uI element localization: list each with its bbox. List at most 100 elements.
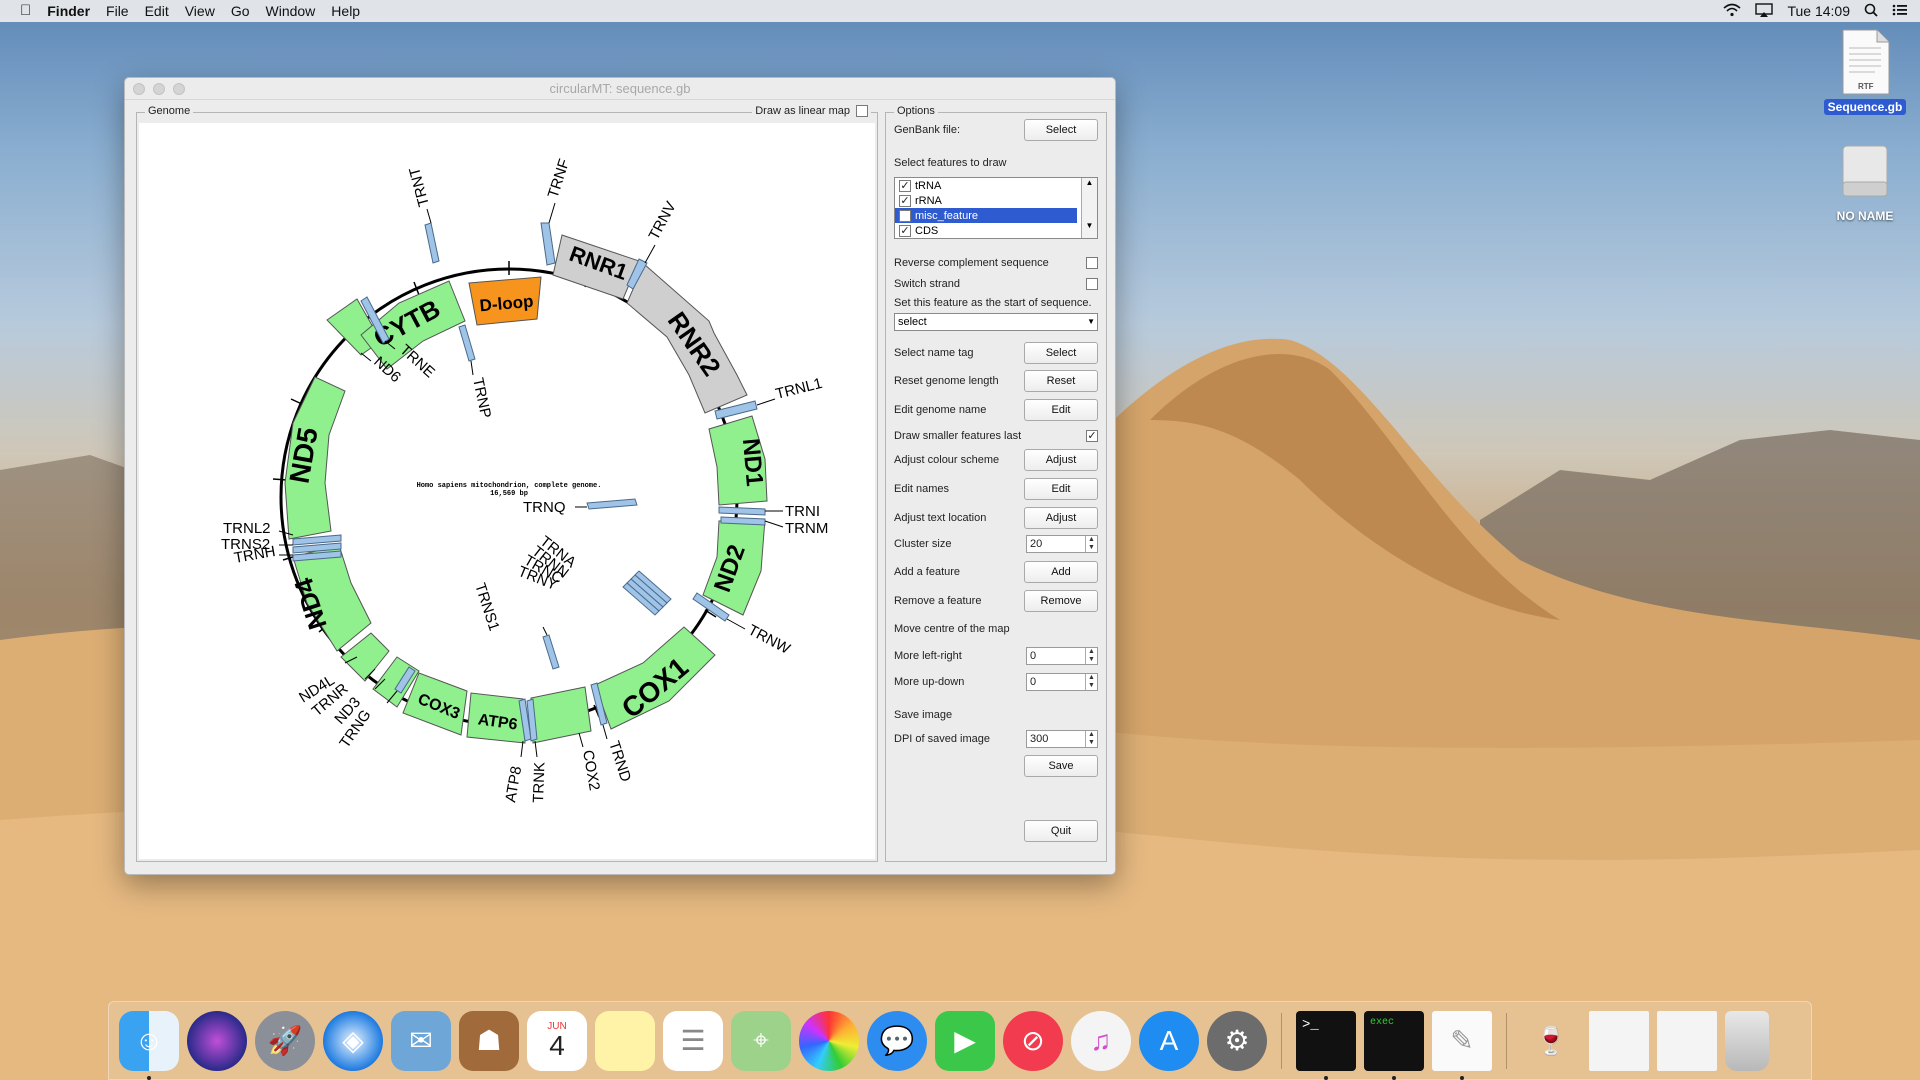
dock-wine-icon[interactable]: 🍷 bbox=[1521, 1011, 1581, 1071]
checkbox-misc-feature[interactable] bbox=[899, 209, 911, 222]
genome-panel-label: Genome bbox=[145, 105, 194, 117]
dock-document-1-icon[interactable] bbox=[1589, 1010, 1649, 1071]
checkbox-trna[interactable]: ✓ bbox=[899, 179, 911, 192]
menu-go[interactable]: Go bbox=[223, 0, 258, 22]
cluster-size-value: 20 bbox=[1030, 538, 1043, 550]
scroll-down-icon[interactable]: ▼ bbox=[1082, 221, 1097, 230]
window-titlebar[interactable]: circularMT: sequence.gb bbox=[125, 78, 1115, 100]
dock-photos-icon[interactable] bbox=[799, 1010, 859, 1071]
genome-map-canvas: D-loop RNR1 RNR2 ND1 ND2 COX1 ATP6 COX3 … bbox=[139, 123, 875, 859]
colour-label: Adjust colour scheme bbox=[894, 454, 1000, 466]
menu-window[interactable]: Window bbox=[258, 0, 324, 22]
dpi-stepper[interactable]: 300 ▲ ▼ bbox=[1026, 730, 1098, 748]
add-feature-button[interactable]: Add bbox=[1024, 561, 1098, 583]
minimize-button[interactable] bbox=[153, 83, 165, 95]
stepper-arrows-icon[interactable]: ▲ ▼ bbox=[1085, 536, 1097, 552]
dock-trash-icon[interactable] bbox=[1725, 1010, 1769, 1071]
adjust-text-location-button[interactable]: Adjust bbox=[1024, 507, 1098, 529]
up-down-stepper[interactable]: 0 ▲ ▼ bbox=[1026, 673, 1098, 691]
dock-news-icon[interactable]: ⊘ bbox=[1003, 1010, 1063, 1071]
select-genbank-button[interactable]: Select bbox=[1024, 119, 1098, 141]
feature-listbox[interactable]: ✓ tRNA ✓ rRNA misc_feature ✓ CDS ▲ ▼ bbox=[894, 177, 1098, 239]
dock-notes-icon[interactable] bbox=[595, 1010, 655, 1071]
quit-button[interactable]: Quit bbox=[1024, 820, 1098, 842]
window-title: circularMT: sequence.gb bbox=[549, 81, 691, 96]
up-down-value: 0 bbox=[1030, 676, 1037, 688]
remove-feature-button[interactable]: Remove bbox=[1024, 590, 1098, 612]
scroll-up-icon[interactable]: ▲ bbox=[1082, 178, 1097, 187]
genbank-label: GenBank file: bbox=[894, 124, 961, 136]
save-button[interactable]: Save bbox=[1024, 755, 1098, 777]
dock-mail-icon[interactable]: ✉ bbox=[391, 1010, 451, 1071]
select-name-tag-button[interactable]: Select bbox=[1024, 342, 1098, 364]
dock-messages-icon[interactable]: 💬 bbox=[867, 1010, 927, 1071]
list-item[interactable]: ✓ tRNA bbox=[895, 178, 1077, 193]
label-trnk: TRNK bbox=[530, 762, 548, 803]
cluster-size-stepper[interactable]: 20 ▲ ▼ bbox=[1026, 535, 1098, 553]
save-image-row: Save image bbox=[894, 709, 1098, 721]
start-feature-select[interactable]: select ▼ bbox=[894, 313, 1098, 331]
stepper-arrows-icon[interactable]: ▲ ▼ bbox=[1085, 674, 1097, 690]
add-feature-row: Add a feature Add bbox=[894, 561, 1098, 583]
stepper-arrows-icon[interactable]: ▲ ▼ bbox=[1085, 731, 1097, 747]
move-centre-label: Move centre of the map bbox=[894, 623, 1010, 635]
dock-exec-icon[interactable]: exec bbox=[1364, 1010, 1424, 1080]
desktop-file-sequence[interactable]: RTF Sequence.gb bbox=[1812, 28, 1918, 115]
reverse-checkbox[interactable] bbox=[1086, 257, 1098, 269]
checkbox-cds[interactable]: ✓ bbox=[899, 224, 911, 237]
menu-view[interactable]: View bbox=[177, 0, 223, 22]
calendar-day: 4 bbox=[549, 1030, 565, 1061]
dock-terminal-icon[interactable]: >_ bbox=[1296, 1010, 1356, 1080]
dock-calendar-icon[interactable]: JUN 4 bbox=[527, 1010, 587, 1071]
dock-textedit-icon[interactable]: ✎ bbox=[1432, 1010, 1492, 1080]
menu-help[interactable]: Help bbox=[323, 0, 368, 22]
edit-names-button[interactable]: Edit bbox=[1024, 478, 1098, 500]
dock-facetime-icon[interactable]: ▶ bbox=[935, 1010, 995, 1071]
dock-launchpad-icon[interactable]: 🚀 bbox=[255, 1010, 315, 1071]
dock-maps-icon[interactable]: ⌖ bbox=[731, 1010, 791, 1071]
reset-length-button[interactable]: Reset bbox=[1024, 370, 1098, 392]
dock-reminders-icon[interactable]: ☰ bbox=[663, 1010, 723, 1071]
linear-map-checkbox[interactable] bbox=[856, 105, 868, 117]
clock[interactable]: Tue 14:09 bbox=[1787, 3, 1850, 19]
smaller-last-row: Draw smaller features last ✓ bbox=[894, 430, 1098, 442]
listbox-scrollbar[interactable]: ▲ ▼ bbox=[1081, 178, 1097, 238]
switch-checkbox[interactable] bbox=[1086, 278, 1098, 290]
adjust-colour-button[interactable]: Adjust bbox=[1024, 449, 1098, 471]
dock-finder-icon[interactable]: ☺ bbox=[119, 1010, 179, 1080]
dpi-value: 300 bbox=[1030, 733, 1049, 745]
drive-icon bbox=[1842, 145, 1888, 197]
dock-contacts-icon[interactable]: ☗ bbox=[459, 1010, 519, 1071]
notification-center-icon[interactable] bbox=[1892, 3, 1908, 20]
stepper-arrows-icon[interactable]: ▲ ▼ bbox=[1085, 648, 1097, 664]
dock-app-store-icon[interactable]: A bbox=[1139, 1010, 1199, 1071]
zoom-button[interactable] bbox=[173, 83, 185, 95]
edit-genome-name-button[interactable]: Edit bbox=[1024, 399, 1098, 421]
spotlight-icon[interactable] bbox=[1864, 3, 1878, 20]
list-item[interactable]: misc_feature bbox=[895, 208, 1077, 223]
menu-edit[interactable]: Edit bbox=[137, 0, 177, 22]
genome-length-text: 16,569 bp bbox=[490, 490, 528, 498]
dock-itunes-icon[interactable]: ♫ bbox=[1071, 1010, 1131, 1071]
checkbox-rrna[interactable]: ✓ bbox=[899, 194, 911, 207]
close-button[interactable] bbox=[133, 83, 145, 95]
menu-file[interactable]: File bbox=[98, 0, 137, 22]
smaller-last-checkbox[interactable]: ✓ bbox=[1086, 430, 1098, 442]
list-item[interactable]: ✓ CDS bbox=[895, 223, 1077, 238]
dock-safari-icon[interactable]: ◈ bbox=[323, 1010, 383, 1071]
menu-app-name[interactable]: Finder bbox=[39, 0, 98, 22]
left-right-label: More left-right bbox=[894, 650, 962, 662]
dock-document-2-icon[interactable] bbox=[1657, 1010, 1717, 1071]
left-right-row: More left-right 0 ▲ ▼ bbox=[894, 647, 1098, 665]
label-atp8: ATP8 bbox=[502, 765, 525, 804]
genome-panel: Genome Draw as linear map D-loop RNR1 RN… bbox=[136, 105, 878, 862]
list-item[interactable]: ✓ rRNA bbox=[895, 193, 1077, 208]
dock-siri-icon[interactable] bbox=[187, 1010, 247, 1071]
apple-menu-icon[interactable]:  bbox=[0, 0, 39, 22]
desktop-drive-no-name[interactable]: NO NAME bbox=[1812, 142, 1918, 223]
wifi-icon[interactable] bbox=[1723, 3, 1741, 20]
menu-bar:  Finder File Edit View Go Window Help T… bbox=[0, 0, 1920, 22]
left-right-stepper[interactable]: 0 ▲ ▼ bbox=[1026, 647, 1098, 665]
airplay-icon[interactable] bbox=[1755, 2, 1774, 20]
dock-system-preferences-icon[interactable]: ⚙ bbox=[1207, 1010, 1267, 1071]
